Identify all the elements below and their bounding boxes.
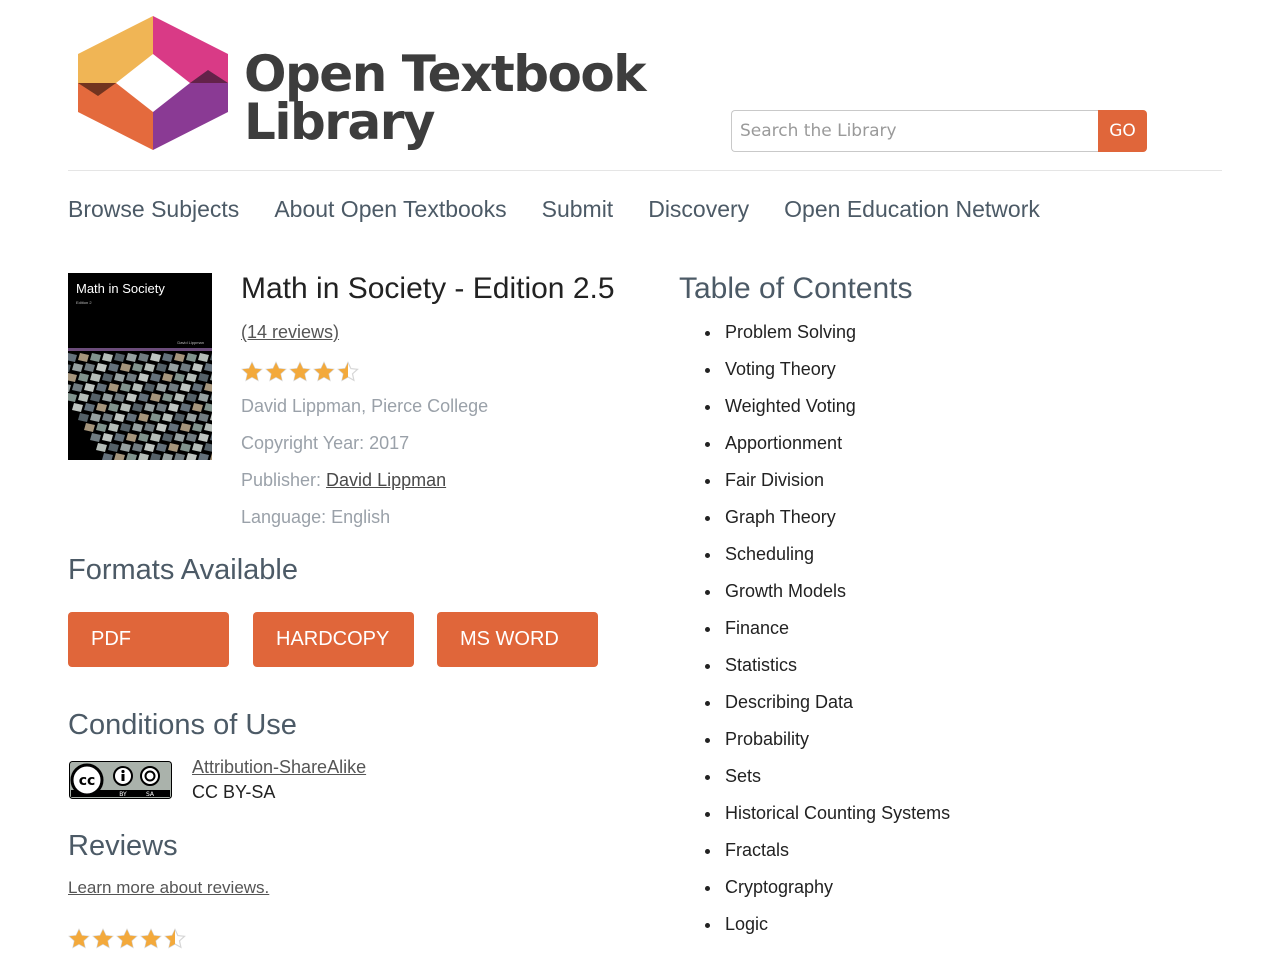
- brand-line-2: Library: [244, 93, 435, 151]
- book-rating-stars: [241, 361, 359, 383]
- toc-item: Cryptography: [705, 869, 950, 906]
- nav-browse-subjects[interactable]: Browse Subjects: [68, 196, 239, 223]
- toc-list: Problem Solving Voting Theory Weighted Vot…: [705, 314, 950, 943]
- cover-title: Math in Society: [76, 281, 165, 296]
- book-title: Math in Society - Edition 2.5: [241, 272, 615, 305]
- toc-item: Historical Counting Systems: [705, 795, 950, 832]
- main-nav: Browse Subjects About Open Textbooks Sub…: [68, 196, 1075, 223]
- reviews-title: Reviews: [68, 830, 178, 862]
- cover-author: David Lippman: [177, 340, 204, 345]
- cc-by-text: BY: [119, 791, 127, 798]
- toc-item: Problem Solving: [705, 314, 950, 351]
- cc-mark-text: cc: [79, 773, 96, 789]
- license-code: CC BY-SA: [192, 782, 276, 802]
- star-half-icon: [337, 361, 359, 382]
- toc-item: Growth Models: [705, 573, 950, 610]
- brand-line-1: Open Textbook: [244, 45, 646, 103]
- star-full-icon: [116, 928, 138, 949]
- learn-about-reviews-link[interactable]: Learn more about reviews.: [68, 878, 269, 898]
- toc-item: Voting Theory: [705, 351, 950, 388]
- toc-item: Finance: [705, 610, 950, 647]
- format-pdf-button[interactable]: PDF: [68, 612, 229, 667]
- license-link[interactable]: Attribution-ShareAlike: [192, 757, 366, 778]
- toc-title: Table of Contents: [679, 272, 913, 305]
- brand-wordmark: Open Textbook Library: [244, 45, 646, 151]
- cover-band: [68, 348, 212, 351]
- nav-submit[interactable]: Submit: [542, 196, 614, 223]
- book-copyright: Copyright Year: 2017: [241, 433, 410, 453]
- cc-sa-text: SA: [146, 791, 155, 798]
- cover-edition: Edition 2: [76, 300, 92, 305]
- star-full-icon: [68, 928, 90, 949]
- reviews-count-link[interactable]: (14 reviews): [241, 322, 339, 343]
- toc-item: Weighted Voting: [705, 388, 950, 425]
- star-full-icon: [241, 361, 263, 382]
- toc-item: Statistics: [705, 647, 950, 684]
- toc-item: Graph Theory: [705, 499, 950, 536]
- star-half-icon: [164, 928, 186, 949]
- star-full-icon: [265, 361, 287, 382]
- publisher-label: Publisher:: [241, 470, 327, 490]
- nav-about-open-textbooks[interactable]: About Open Textbooks: [274, 196, 506, 223]
- search-go-button[interactable]: GO: [1098, 110, 1147, 152]
- book-cover: Math in Society Edition 2 David Lippman: [68, 273, 212, 460]
- toc-item: Scheduling: [705, 536, 950, 573]
- cc-by-sa-license-icon[interactable]: cc BY SA: [69, 761, 172, 799]
- toc-item: Apportionment: [705, 425, 950, 462]
- book-publisher: Publisher: David Lippman: [241, 470, 446, 491]
- star-full-icon: [140, 928, 162, 949]
- publisher-link[interactable]: David Lippman: [326, 470, 446, 490]
- star-full-icon: [289, 361, 311, 382]
- toc-item: Fractals: [705, 832, 950, 869]
- book-language: Language: English: [241, 507, 391, 527]
- open-textbook-library-logo[interactable]: [78, 16, 228, 150]
- conditions-title: Conditions of Use: [68, 709, 297, 741]
- search-bar: GO: [731, 110, 1147, 152]
- search-input[interactable]: [731, 110, 1098, 152]
- toc-item: Probability: [705, 721, 950, 758]
- book-author: David Lippman, Pierce College: [241, 396, 489, 416]
- cover-tile-pattern: [68, 353, 212, 460]
- toc-item: Logic: [705, 906, 950, 943]
- header-divider: [68, 170, 1222, 171]
- toc-item: Describing Data: [705, 684, 950, 721]
- nav-open-education-network[interactable]: Open Education Network: [784, 196, 1040, 223]
- toc-item: Sets: [705, 758, 950, 795]
- star-full-icon: [313, 361, 335, 382]
- formats-title: Formats Available: [68, 554, 298, 586]
- format-ms-word-button[interactable]: MS WORD: [437, 612, 598, 667]
- reviews-rating-stars: [68, 928, 186, 950]
- nav-discovery[interactable]: Discovery: [648, 196, 749, 223]
- star-full-icon: [92, 928, 114, 949]
- format-hardcopy-button[interactable]: HARDCOPY: [253, 612, 414, 667]
- toc-item: Fair Division: [705, 462, 950, 499]
